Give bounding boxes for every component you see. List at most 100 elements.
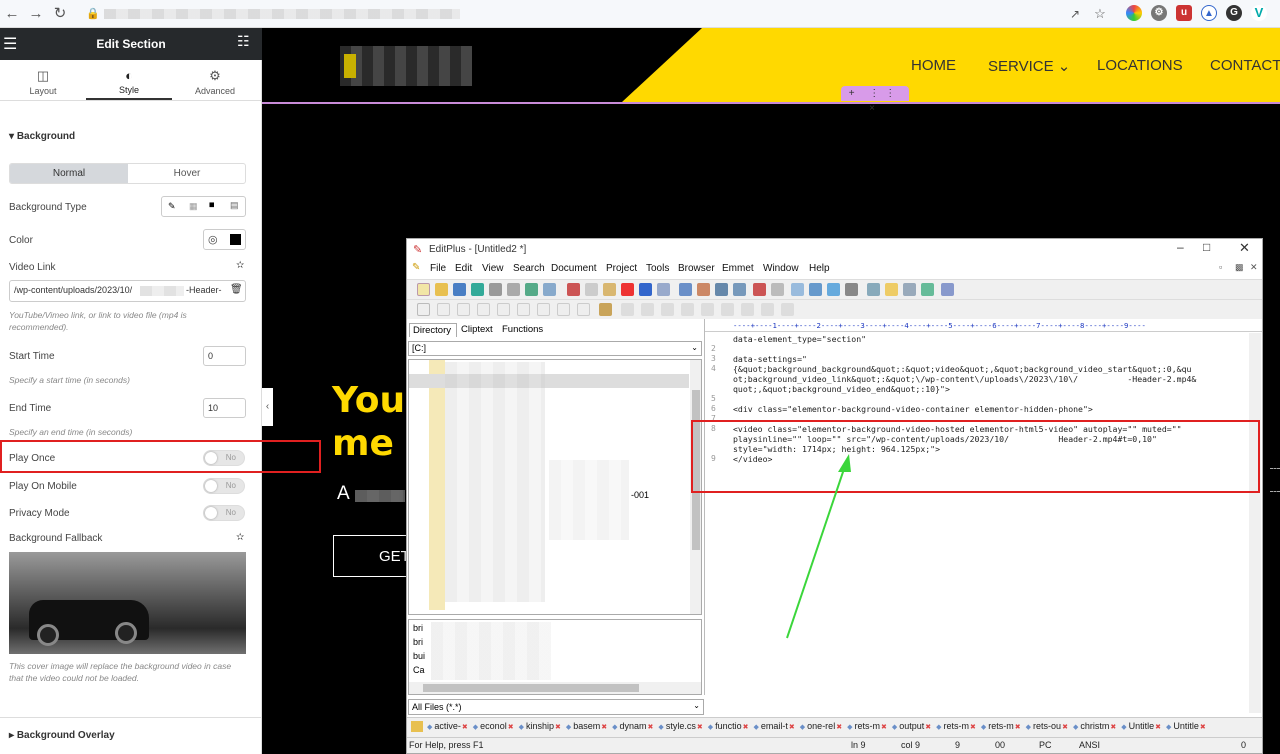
directory-window-icon[interactable] bbox=[867, 283, 880, 296]
menu-view[interactable]: View bbox=[482, 263, 504, 274]
play-on-mobile-toggle[interactable]: No bbox=[203, 478, 245, 494]
mdi-minimize-icon[interactable]: ▫ bbox=[1219, 262, 1222, 272]
html-toolbar-icon[interactable] bbox=[681, 303, 694, 316]
close-tab-icon[interactable]: ✖ bbox=[1015, 724, 1021, 731]
editor-scrollbar[interactable] bbox=[1249, 333, 1261, 713]
new-file-icon[interactable] bbox=[417, 283, 430, 296]
close-tab-icon[interactable]: ✖ bbox=[1110, 724, 1116, 731]
menu-window[interactable]: Window bbox=[763, 263, 799, 274]
cliptext-window-icon[interactable] bbox=[885, 283, 898, 296]
save-all-icon[interactable] bbox=[471, 283, 484, 296]
fullscreen-icon[interactable] bbox=[921, 283, 934, 296]
save-icon[interactable] bbox=[453, 283, 466, 296]
close-tab-icon[interactable]: ✖ bbox=[743, 724, 749, 731]
trash-icon[interactable]: 🗑 bbox=[230, 284, 243, 295]
goto-icon[interactable] bbox=[733, 283, 746, 296]
paste-icon[interactable] bbox=[603, 283, 616, 296]
print-icon[interactable] bbox=[489, 283, 502, 296]
word-wrap-icon[interactable] bbox=[791, 283, 804, 296]
heading-icon[interactable] bbox=[771, 283, 784, 296]
close-tab-icon[interactable]: ✖ bbox=[881, 724, 887, 731]
nav-service[interactable]: SERVICE ⌄ bbox=[988, 57, 1070, 75]
document-tab[interactable]: ◆ one-rel✖ bbox=[800, 721, 842, 731]
close-tab-icon[interactable]: ✖ bbox=[462, 724, 468, 731]
image-tool-icon[interactable] bbox=[599, 303, 612, 316]
section-handle[interactable]: + ⋮⋮ × bbox=[841, 86, 909, 114]
menu-file[interactable]: File bbox=[430, 263, 446, 274]
menu-edit[interactable]: Edit bbox=[455, 263, 472, 274]
menu-help[interactable]: Help bbox=[809, 263, 830, 274]
document-tab[interactable]: ◆ rets-m✖ bbox=[981, 721, 1021, 731]
close-tab-icon[interactable]: ✖ bbox=[789, 724, 795, 731]
document-tab[interactable]: ◆ email-t✖ bbox=[754, 721, 795, 731]
html-toolbar-icon[interactable] bbox=[457, 303, 470, 316]
open-folder-icon[interactable] bbox=[435, 283, 448, 296]
menu-search[interactable]: Search bbox=[513, 263, 545, 274]
document-tab[interactable]: ◆ active-✖ bbox=[427, 721, 468, 731]
address-bar[interactable]: 🔒 bbox=[80, 3, 1120, 25]
redo-icon[interactable] bbox=[657, 283, 670, 296]
nav-home[interactable]: HOME bbox=[911, 57, 956, 74]
spellcheck-icon[interactable] bbox=[525, 283, 538, 296]
site-logo[interactable] bbox=[340, 46, 472, 86]
html-toolbar-icon[interactable] bbox=[577, 303, 590, 316]
tab-functions[interactable]: Functions bbox=[499, 323, 549, 337]
html-toolbar-icon[interactable] bbox=[557, 303, 570, 316]
cta-button[interactable]: GET bbox=[333, 535, 410, 577]
find-icon[interactable] bbox=[679, 283, 692, 296]
tab-hover[interactable]: Hover bbox=[128, 164, 245, 183]
document-tab[interactable]: ◆ dynam✖ bbox=[612, 721, 653, 731]
color-picker[interactable]: ◎ bbox=[203, 229, 246, 250]
reload-icon[interactable]: ↻ bbox=[50, 4, 70, 24]
menu-tools[interactable]: Tools bbox=[646, 263, 669, 274]
close-tab-icon[interactable]: ✖ bbox=[970, 724, 976, 731]
gradient-icon[interactable]: ▦ bbox=[189, 201, 198, 212]
html-toolbar-icon[interactable] bbox=[761, 303, 774, 316]
close-tab-icon[interactable]: ✖ bbox=[1200, 724, 1206, 731]
nav-contact[interactable]: CONTACT bbox=[1210, 57, 1280, 74]
extension-triangle-icon[interactable]: ▲ bbox=[1201, 5, 1217, 21]
document-tab[interactable]: ◆ functio✖ bbox=[708, 721, 749, 731]
html-toolbar-icon[interactable] bbox=[641, 303, 654, 316]
video-camera-icon[interactable]: ⏹ bbox=[209, 199, 215, 212]
close-tab-icon[interactable]: ✖ bbox=[648, 724, 654, 731]
file-list-hscrollbar[interactable] bbox=[409, 682, 701, 694]
line-number-icon[interactable] bbox=[827, 283, 840, 296]
preferences-icon[interactable] bbox=[845, 283, 858, 296]
html-toolbar-icon[interactable] bbox=[701, 303, 714, 316]
html-toolbar-icon[interactable] bbox=[721, 303, 734, 316]
tab-directory[interactable]: Directory bbox=[409, 323, 457, 337]
extension-color-icon[interactable] bbox=[1126, 5, 1142, 21]
document-tab[interactable]: ◆ kinship✖ bbox=[519, 721, 561, 731]
html-toolbar-icon[interactable] bbox=[781, 303, 794, 316]
document-tab[interactable]: ◆ Untitle✖ bbox=[1166, 721, 1206, 731]
document-tab[interactable]: ◆ econol✖ bbox=[473, 721, 514, 731]
html-toolbar-icon[interactable] bbox=[537, 303, 550, 316]
tab-advanced[interactable]: ⚙ Advanced bbox=[172, 62, 258, 100]
privacy-mode-toggle[interactable]: No bbox=[203, 505, 245, 521]
menu-browser[interactable]: Browser bbox=[678, 263, 715, 274]
replace-icon[interactable] bbox=[697, 283, 710, 296]
html-toolbar-icon[interactable] bbox=[417, 303, 430, 316]
close-tab-icon[interactable]: ✖ bbox=[697, 724, 703, 731]
delete-icon[interactable] bbox=[621, 283, 634, 296]
browser-icon[interactable] bbox=[543, 283, 556, 296]
file-item[interactable]: Ca bbox=[413, 665, 425, 675]
file-item[interactable]: bui bbox=[413, 651, 425, 661]
minimize-icon[interactable]: – bbox=[1177, 240, 1184, 254]
extension-v-icon[interactable]: V bbox=[1251, 5, 1267, 21]
back-icon[interactable]: ← bbox=[2, 4, 22, 24]
tab-cliptext[interactable]: Cliptext bbox=[458, 323, 498, 337]
document-tab[interactable]: ◆ output✖ bbox=[892, 721, 931, 731]
close-tab-icon[interactable]: ✖ bbox=[1062, 724, 1068, 731]
file-item[interactable]: bri bbox=[413, 637, 423, 647]
document-tab[interactable]: ◆ christm✖ bbox=[1073, 721, 1116, 731]
document-tab[interactable]: ◆ rets-ou✖ bbox=[1026, 721, 1068, 731]
file-item[interactable]: bri bbox=[413, 623, 423, 633]
tab-layout[interactable]: ◫ Layout bbox=[0, 62, 86, 100]
ublock-icon[interactable]: u bbox=[1176, 5, 1192, 21]
document-tab[interactable]: ◆ style.cs✖ bbox=[658, 721, 702, 731]
file-filter-select[interactable]: All Files (*.*) ⌄ bbox=[408, 699, 704, 715]
globe-icon[interactable]: ◎ bbox=[208, 233, 218, 246]
background-section-toggle[interactable]: ▾ Background bbox=[9, 131, 75, 142]
